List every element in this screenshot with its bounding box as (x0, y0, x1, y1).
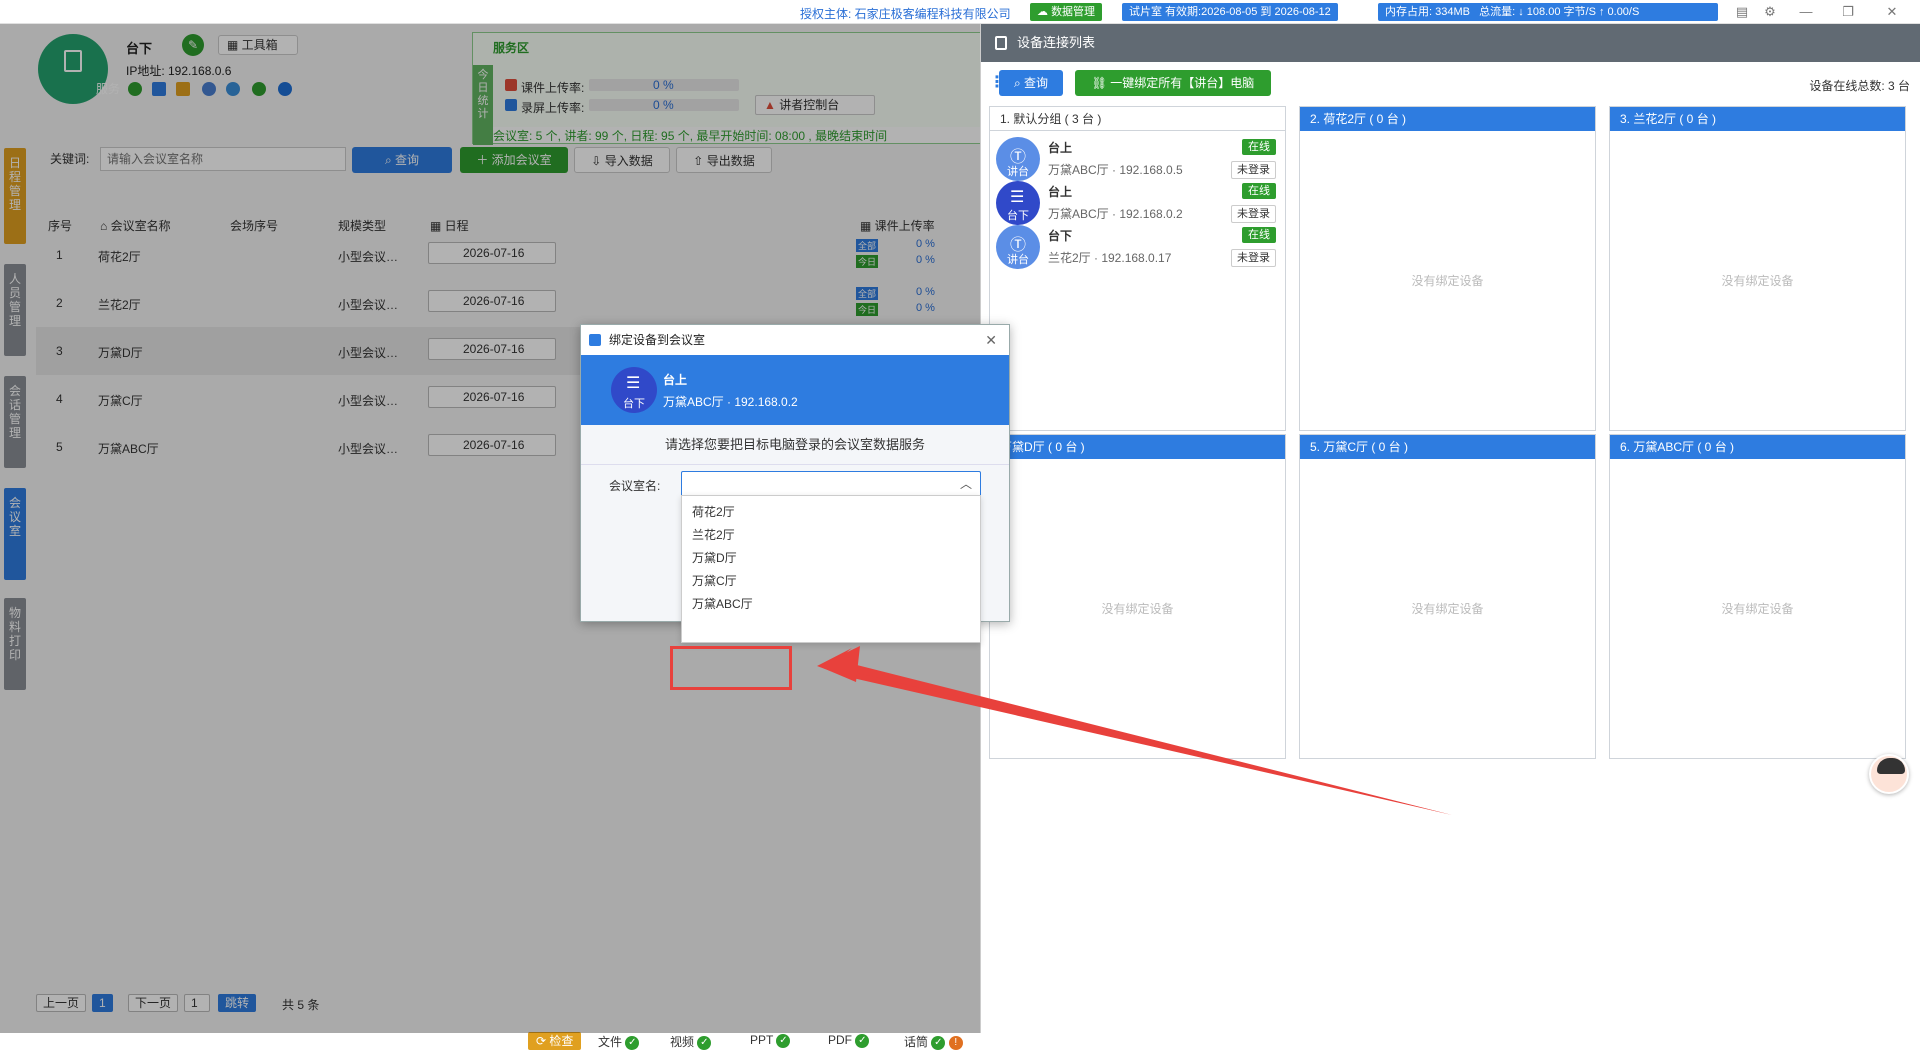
annotation-arrow (817, 646, 1452, 815)
check-icon: ✓ (931, 1035, 946, 1050)
check-button[interactable]: ⟳ 检查 (528, 1032, 582, 1050)
alert-icon: ! (948, 1035, 963, 1050)
status-ppt: PPT ✓ (750, 1033, 791, 1048)
status-pdf: PDF ✓ (828, 1033, 870, 1048)
status-mic: 话筒 ✓ ! (904, 1033, 963, 1050)
check-icon: ✓ (697, 1035, 712, 1050)
status-file: 文件 ✓ (598, 1033, 640, 1050)
check-icon: ✓ (855, 1033, 870, 1048)
check-icon: ✓ (776, 1033, 791, 1048)
check-icon: ✓ (625, 1035, 640, 1050)
refresh-icon: ⟳ (536, 1034, 550, 1048)
status-video: 视频 ✓ (670, 1033, 712, 1050)
